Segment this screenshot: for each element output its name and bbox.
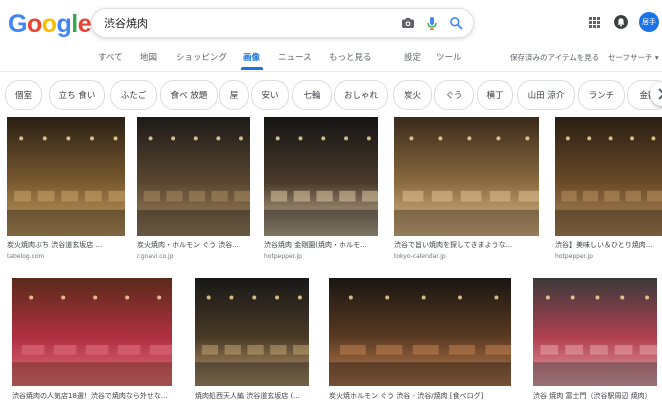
result-caption[interactable]: 炭火焼肉・ホルモン ぐう 渋谷...	[137, 240, 250, 250]
result-thumbnail[interactable]	[12, 278, 172, 386]
result-thumbnail[interactable]	[329, 278, 511, 386]
logo-letter: o	[41, 9, 57, 38]
chip-label: 安い	[261, 91, 279, 101]
image-result[interactable]: 炭火焼ホルモン ぐう 渋谷 - 渋谷/焼肉 [食べログ]	[329, 278, 511, 405]
notifications-icon[interactable]	[614, 15, 628, 29]
chip[interactable]: 七輪	[292, 80, 332, 110]
result-thumbnail[interactable]	[264, 117, 378, 236]
image-result[interactable]: 渋谷 焼肉 富士門（渋谷駅周辺 焼肉）	[533, 278, 657, 405]
tab-maps[interactable]: 地図	[140, 51, 157, 63]
chip-label: 個室	[14, 91, 32, 101]
chip-label: 立ち 食い	[58, 91, 96, 101]
image-result[interactable]: 渋谷焼肉の人気店18選！渋谷で焼肉なら外せな...	[12, 278, 172, 405]
tab-shopping[interactable]: ショッピング	[176, 51, 227, 63]
result-thumbnail[interactable]	[394, 117, 539, 236]
chip[interactable]: 屋	[219, 80, 249, 110]
tab-settings[interactable]: 設定	[404, 51, 421, 63]
google-logo[interactable]: Google	[8, 9, 92, 39]
image-result[interactable]: 渋谷で旨い焼肉を探してきまような... tokyo-calendar.jp	[394, 117, 539, 262]
result-thumbnail[interactable]	[7, 117, 125, 236]
logo-letter: o	[26, 9, 42, 38]
result-caption[interactable]: 渋谷焼肉の人気店18選！渋谷で焼肉なら外せな...	[12, 391, 172, 401]
chip-label: 屋	[229, 91, 239, 101]
result-source: r.gnavi.co.jp	[137, 253, 174, 260]
logo-letter: e	[77, 9, 92, 38]
chip[interactable]: 立ち 食い	[49, 80, 105, 110]
result-source: tokyo-calendar.jp	[394, 253, 446, 260]
mic-icon[interactable]	[424, 15, 440, 31]
tab-tools[interactable]: ツール	[436, 51, 462, 63]
result-caption[interactable]: 焼肉処西天人編 渋谷道玄坂店 (...	[195, 391, 309, 401]
image-result[interactable]: 炭火焼肉ぶち 渋谷道玄坂店 ... tabelog.com	[7, 117, 125, 262]
chip[interactable]: ふたご	[110, 80, 157, 110]
safesearch-dropdown[interactable]: セーフサーチ ▾	[608, 52, 659, 63]
chip-label: 七輪	[303, 91, 321, 101]
result-source: hotpepper.jp	[264, 253, 302, 260]
chip[interactable]: ぐう	[434, 80, 474, 110]
result-caption[interactable]: 炭火焼ホルモン ぐう 渋谷 - 渋谷/焼肉 [食べログ]	[329, 391, 511, 401]
chevron-right-icon	[658, 88, 662, 100]
result-thumbnail[interactable]	[137, 117, 250, 236]
logo-letter: G	[8, 9, 27, 38]
tab-all[interactable]: すべて	[98, 51, 123, 63]
chip[interactable]: 横丁	[477, 80, 513, 110]
result-caption[interactable]: 渋谷】美味しい＆ひとり焼肉...	[555, 240, 662, 250]
search-icon[interactable]	[448, 15, 464, 31]
result-caption[interactable]: 渋谷焼肉 金剛園(焼肉・ホルモ...	[264, 240, 378, 250]
result-thumbnail[interactable]	[555, 117, 662, 236]
chip-label: 食べ 放題	[170, 91, 208, 101]
chip-label: ランチ	[588, 91, 615, 101]
chip-label: おしゃれ	[343, 91, 378, 101]
active-tab-indicator	[241, 67, 263, 70]
image-result[interactable]: 炭火焼肉・ホルモン ぐう 渋谷... r.gnavi.co.jp	[137, 117, 250, 262]
chip-label: 横丁	[486, 91, 504, 101]
chip-label: ぐう	[445, 91, 463, 101]
image-result[interactable]: 焼肉処西天人編 渋谷道玄坂店 (...	[195, 278, 309, 405]
chip[interactable]: 安い	[251, 80, 289, 110]
result-caption[interactable]: 渋谷 焼肉 富士門（渋谷駅周辺 焼肉）	[533, 391, 657, 401]
divider	[0, 71, 662, 72]
camera-icon[interactable]	[400, 15, 416, 31]
result-thumbnail[interactable]	[195, 278, 309, 386]
image-result[interactable]: 渋谷】美味しい＆ひとり焼肉... hotpepper.jp	[555, 117, 662, 262]
chip[interactable]: ランチ	[578, 80, 625, 110]
chip[interactable]: 食べ 放題	[160, 80, 218, 110]
chip-label: 炭火	[403, 91, 421, 101]
tab-news[interactable]: ニュース	[278, 51, 312, 63]
result-caption[interactable]: 炭火焼肉ぶち 渋谷道玄坂店 ...	[7, 240, 125, 250]
tab-more[interactable]: もっと見る	[329, 51, 372, 63]
result-caption[interactable]: 渋谷で旨い焼肉を探してきまような...	[394, 240, 539, 250]
search-tabs: すべて 地図 ショッピング 画像 ニュース もっと見る 設定 ツール 保存済みの…	[0, 45, 662, 71]
chips-next-button[interactable]	[650, 82, 662, 106]
image-result[interactable]: 渋谷焼肉 金剛園(焼肉・ホルモ... hotpepper.jp	[264, 117, 378, 262]
avatar[interactable]: 居手	[639, 12, 659, 32]
chip[interactable]: 山田 涼介	[517, 80, 575, 110]
result-source: tabelog.com	[7, 253, 45, 260]
chip-label: ふたご	[120, 91, 147, 101]
chip-label: 山田 涼介	[527, 91, 565, 101]
search-input[interactable]	[104, 13, 384, 33]
related-chips-bar: 個室 立ち 食い ふたご 食べ 放題 屋 安い 七輪 おしゃれ 炭火 ぐう 横丁…	[0, 80, 662, 110]
tab-images[interactable]: 画像	[243, 51, 260, 63]
result-thumbnail[interactable]	[533, 278, 657, 386]
logo-letter: g	[56, 9, 72, 38]
saved-items-link[interactable]: 保存済みのアイテムを見る	[510, 52, 599, 63]
chip[interactable]: 炭火	[393, 80, 432, 110]
result-source: hotpepper.jp	[555, 253, 593, 260]
search-box[interactable]	[91, 8, 474, 38]
chip[interactable]: 個室	[5, 80, 42, 110]
chip[interactable]: おしゃれ	[334, 80, 388, 110]
apps-grid-icon[interactable]	[589, 17, 600, 28]
